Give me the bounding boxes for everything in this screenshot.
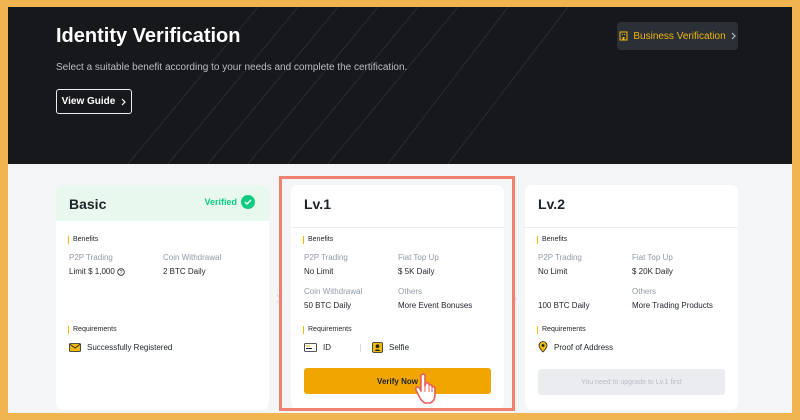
page-frame: Identity Verification Select a suitable …: [8, 7, 792, 413]
benefits-heading: Benefits: [68, 236, 98, 244]
requirements-heading: Requirements: [537, 326, 586, 334]
requirement-item: Selfie: [372, 342, 409, 353]
hero-banner: Identity Verification Select a suitable …: [8, 7, 792, 164]
benefit-value: $ 5K Daily: [398, 267, 435, 276]
selfie-icon: [372, 342, 383, 353]
benefit-value: 100 BTC Daily: [538, 301, 590, 310]
card-divider: [291, 227, 504, 228]
benefit-label: P2P Trading: [538, 253, 582, 262]
card-divider: [525, 227, 738, 228]
benefit-label: Coin Withdrawal: [163, 253, 222, 262]
benefit-value: No Limit: [304, 267, 334, 276]
business-verification-button[interactable]: Business Verification: [617, 22, 738, 50]
card-lv1-title: Lv.1: [304, 196, 331, 212]
requirement-item: Proof of Address: [538, 341, 613, 353]
card-lv2: Lv.2 Benefits P2P Trading No Limit Fiat …: [525, 185, 738, 410]
svg-text:?: ?: [119, 270, 122, 276]
requirement-label: Successfully Registered: [87, 343, 173, 352]
benefit-label: Fiat Top Up: [632, 253, 673, 262]
benefit-value: 2 BTC Daily: [163, 267, 206, 276]
view-guide-button[interactable]: View Guide: [56, 89, 132, 114]
requirement-label: Proof of Address: [554, 342, 614, 352]
benefit-label: P2P Trading: [304, 253, 348, 262]
benefit-value: $ 20K Daily: [632, 267, 673, 276]
requirements-heading: Requirements: [68, 326, 117, 334]
hand-pointer-icon: [415, 373, 436, 404]
verified-badge: Verified: [204, 195, 255, 209]
card-lv1: Lv.1 Benefits P2P Trading No Limit Fiat …: [291, 185, 504, 410]
chevron-right-icon: [121, 98, 127, 105]
requirement-label: ID: [323, 343, 331, 352]
page-subtitle: Select a suitable benefit according to y…: [56, 62, 408, 73]
card-basic-title: Basic: [69, 196, 107, 212]
benefit-label: Fiat Top Up: [398, 253, 439, 262]
benefit-label: Coin Withdrawal: [304, 287, 363, 296]
verify-now-button[interactable]: Verify Now: [304, 368, 491, 394]
benefit-value-text: Limit $ 1,000: [69, 267, 115, 276]
requirement-item: Successfully Registered: [69, 343, 172, 352]
benefit-label: Others: [398, 287, 423, 296]
requirement-divider: [360, 344, 361, 352]
check-icon: [241, 195, 255, 209]
view-guide-label: View Guide: [61, 96, 116, 107]
benefits-heading: Benefits: [303, 236, 333, 244]
card-lv2-title: Lv.2: [538, 196, 565, 212]
card-lv2-header: Lv.2: [525, 185, 738, 221]
benefit-label: P2P Trading: [69, 253, 113, 262]
info-icon[interactable]: ?: [117, 267, 125, 276]
benefit-value: No Limit: [538, 267, 568, 276]
business-verification-label: Business Verification: [633, 30, 726, 42]
chevron-right-icon: [731, 32, 736, 40]
upgrade-required-button: You need to upgrade to Lv.1 first: [538, 369, 725, 395]
page-title: Identity Verification: [56, 25, 241, 47]
envelope-icon: [69, 343, 81, 352]
card-basic: Basic Verified Benefits P2P Trading Limi…: [56, 185, 269, 410]
chevron-right-icon: [511, 294, 518, 304]
card-lv1-header: Lv.1: [291, 185, 504, 221]
benefit-value: 50 BTC Daily: [304, 301, 352, 310]
chevron-right-icon: [276, 294, 283, 304]
card-basic-header: Basic Verified: [56, 185, 269, 221]
benefit-value: More Event Bonuses: [398, 301, 473, 310]
id-card-icon: [304, 343, 317, 352]
requirement-label: Selfie: [389, 343, 410, 352]
location-pin-icon: [538, 341, 548, 353]
verified-label: Verified: [204, 197, 237, 207]
benefit-value: Limit $ 1,000 ?: [69, 267, 125, 276]
building-icon: [619, 31, 628, 41]
benefit-label: Others: [632, 287, 657, 296]
requirements-heading: Requirements: [303, 326, 352, 334]
requirement-item: ID: [304, 343, 331, 352]
benefit-value: More Trading Products: [632, 301, 713, 310]
benefits-heading: Benefits: [537, 236, 567, 244]
